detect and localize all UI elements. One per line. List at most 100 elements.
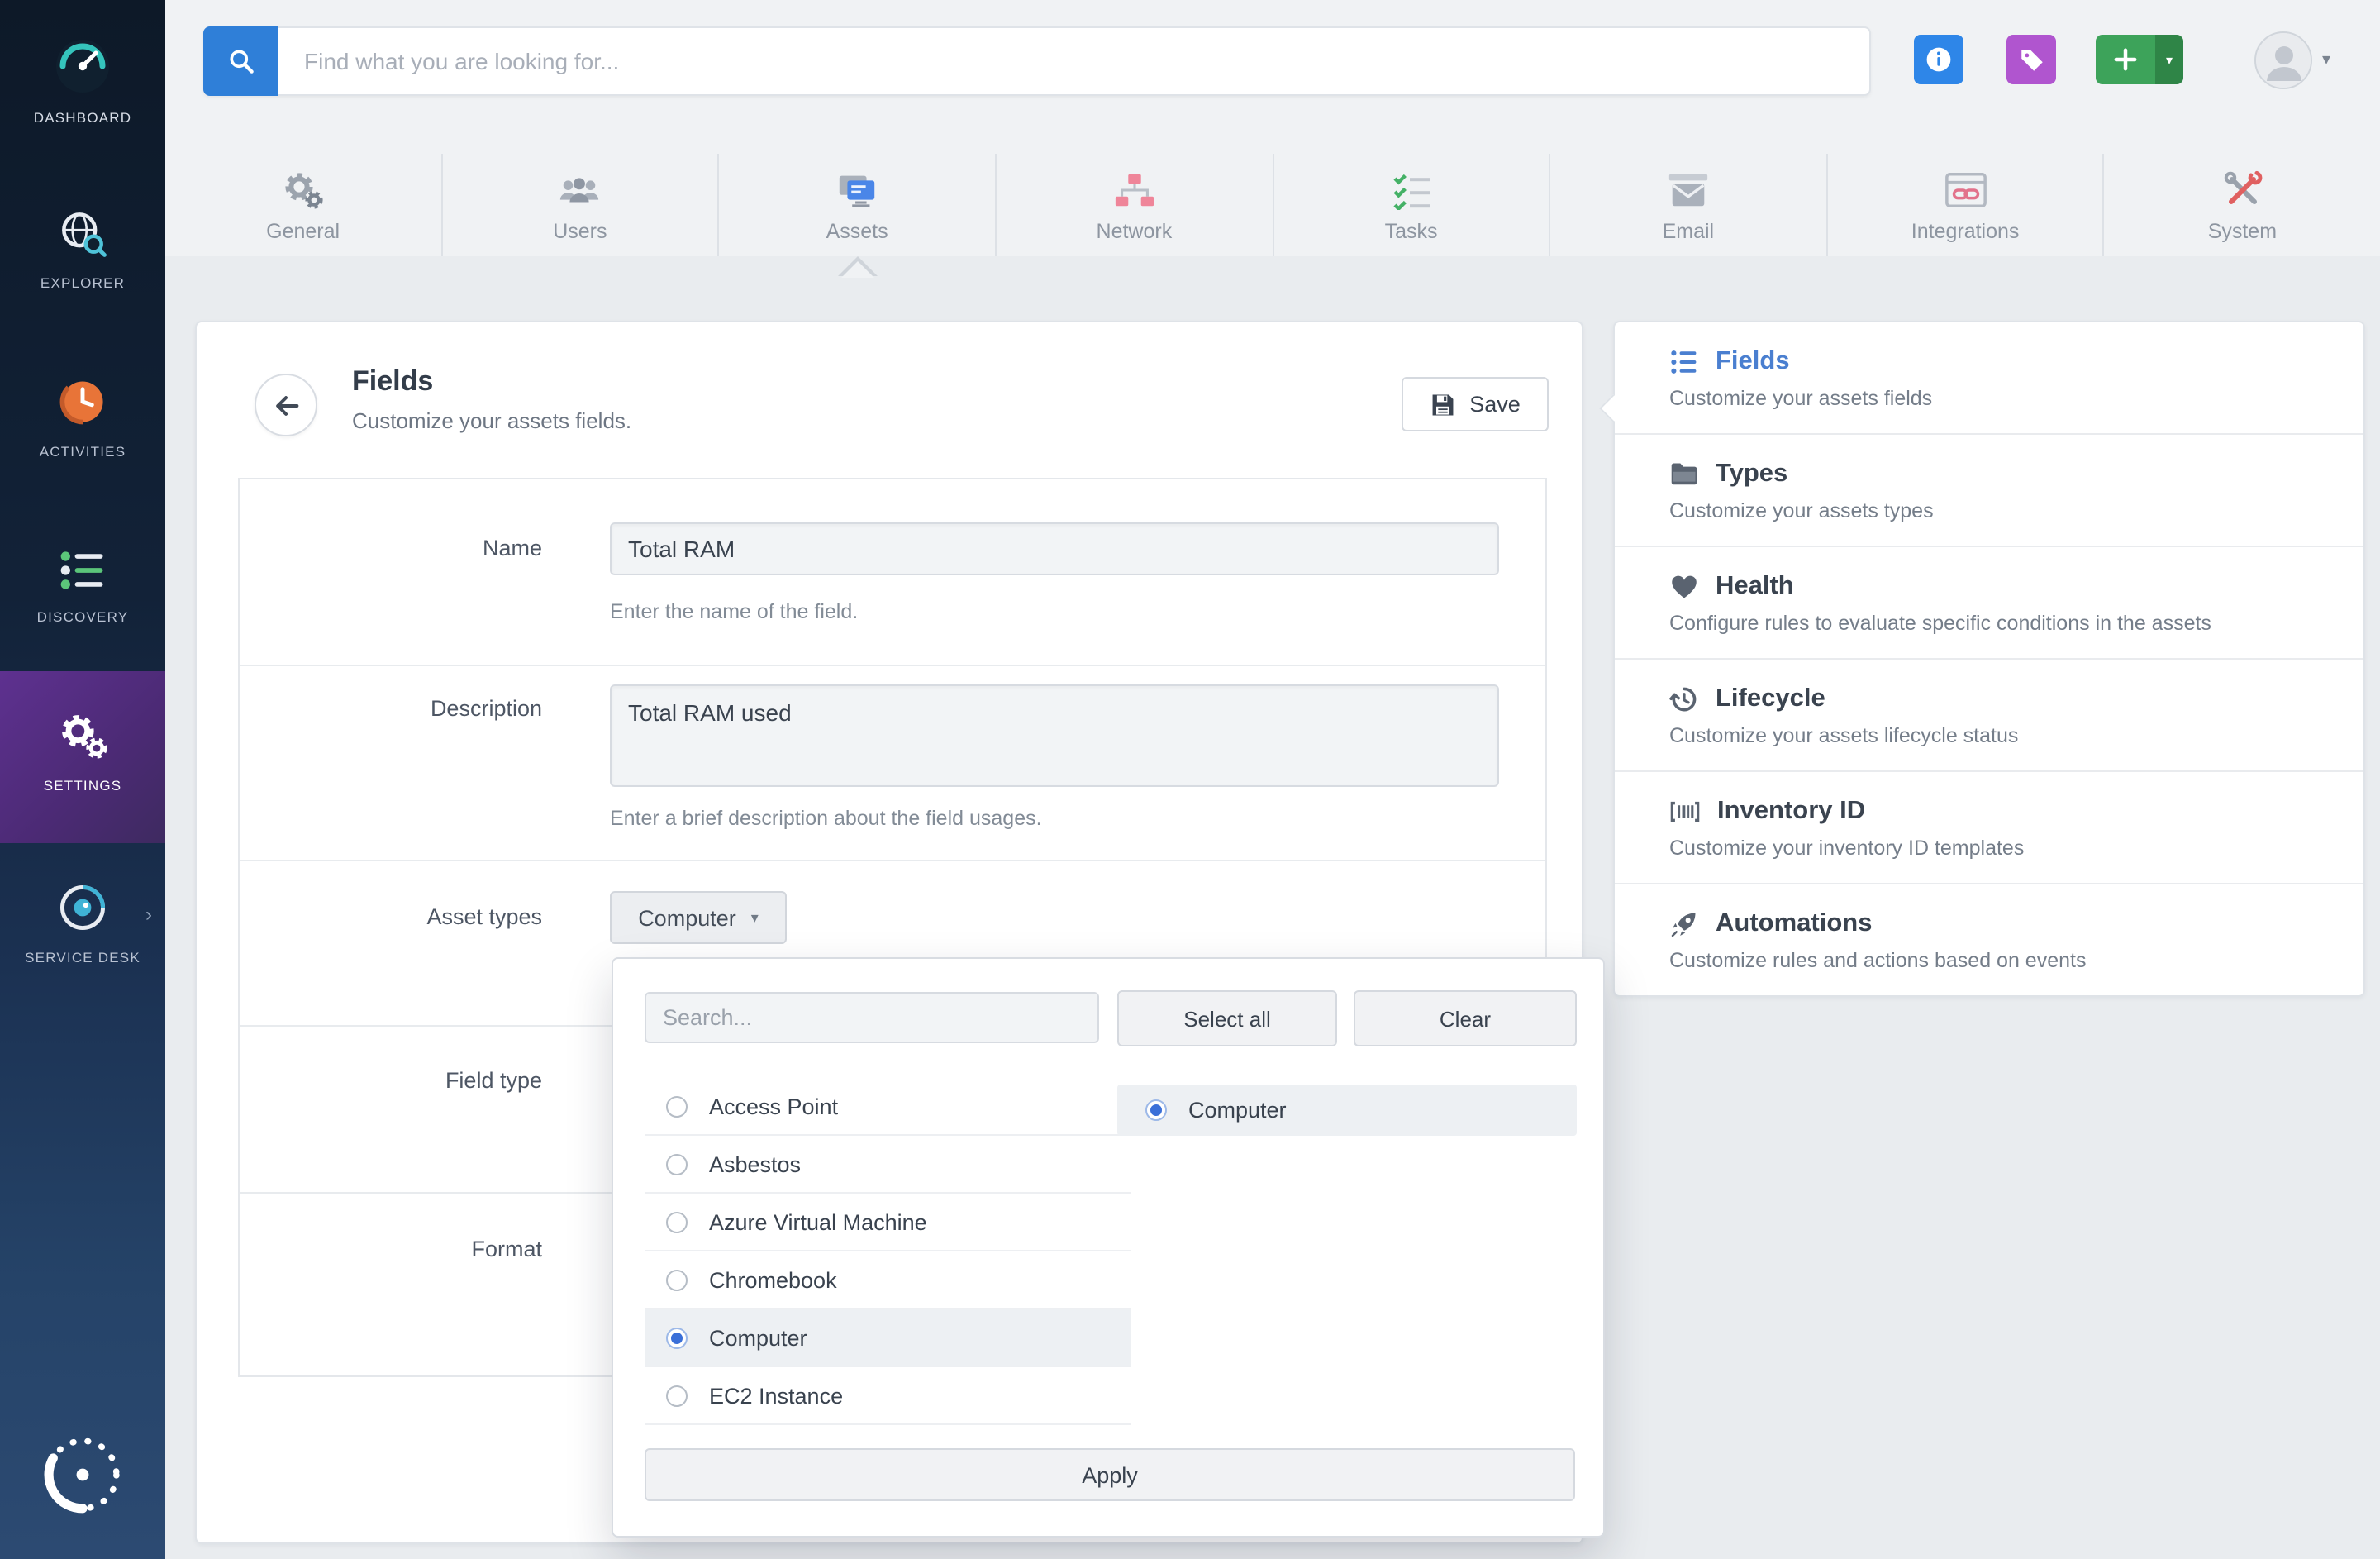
chevron-right-icon: › — [145, 903, 152, 926]
plus-icon — [2096, 35, 2155, 84]
brand-logo-icon[interactable] — [40, 1432, 126, 1518]
sidebar-item-discovery[interactable]: DISCOVERY — [0, 546, 165, 625]
sidebar-item-label: ACTIVITIES — [0, 443, 165, 460]
sidebar-item-service-desk[interactable]: SERVICE DESK › — [0, 880, 165, 965]
back-button[interactable] — [255, 374, 317, 436]
field-type-label: Field type — [240, 1068, 542, 1093]
global-search — [203, 26, 1871, 96]
tab-label: Email — [1663, 219, 1715, 242]
option-chromebook[interactable]: Chromebook — [645, 1251, 1130, 1309]
selected-asset-type[interactable]: Computer — [1117, 1085, 1577, 1136]
nav-item-title: Health — [1716, 572, 1794, 602]
sidebar-item-label: DASHBOARD — [0, 109, 165, 126]
network-icon — [1111, 168, 1156, 211]
sidebar-item-activities[interactable]: ACTIVITIES — [0, 374, 165, 460]
divider — [240, 665, 1545, 666]
description-field[interactable]: Total RAM used — [610, 684, 1499, 787]
tab-tasks[interactable]: Tasks — [1273, 154, 1550, 256]
option-label: Asbestos — [709, 1151, 801, 1176]
radio-selected-icon — [1145, 1099, 1167, 1121]
nav-item-types[interactable]: Types Customize your assets types — [1615, 435, 2363, 547]
tab-general[interactable]: General — [165, 154, 442, 256]
sidebar: DASHBOARD EXPLORER ACTIVITIES DISCOVERY — [0, 0, 165, 1559]
option-label: Access Point — [709, 1094, 838, 1118]
nav-item-description: Customize your assets types — [1669, 499, 2330, 522]
asset-type-options-list: Access Point Asbestos Azure Virtual Mach… — [645, 1078, 1130, 1425]
general-icon — [282, 168, 325, 211]
chevron-down-icon: ▾ — [2322, 51, 2330, 69]
tag-icon — [2017, 45, 2045, 74]
dropdown-search-input[interactable] — [645, 992, 1099, 1043]
nav-item-inventory-id[interactable]: Inventory ID Customize your inventory ID… — [1615, 772, 2363, 884]
nav-item-automations[interactable]: Automations Customize rules and actions … — [1615, 884, 2363, 995]
nav-item-description: Configure rules to evaluate specific con… — [1669, 612, 2330, 635]
name-field[interactable] — [610, 522, 1499, 575]
option-computer[interactable]: Computer — [645, 1309, 1130, 1367]
search-icon — [226, 46, 255, 76]
name-label: Name — [240, 536, 542, 560]
system-icon — [2221, 168, 2263, 211]
sidebar-item-label: SETTINGS — [0, 777, 165, 794]
tab-label: Integrations — [1911, 219, 2020, 242]
tab-system[interactable]: System — [2105, 154, 2380, 256]
divider — [240, 860, 1545, 861]
explorer-icon — [0, 205, 165, 261]
tab-users[interactable]: Users — [442, 154, 719, 256]
nav-item-health[interactable]: Health Configure rules to evaluate speci… — [1615, 547, 2363, 660]
sidebar-item-dashboard[interactable]: DASHBOARD — [0, 36, 165, 126]
sidebar-item-label: EXPLORER — [0, 274, 165, 291]
dashboard-logo-icon — [0, 36, 165, 96]
settings-icon — [0, 708, 165, 764]
tab-email[interactable]: Email — [1550, 154, 1827, 256]
option-label: EC2 Instance — [709, 1383, 843, 1408]
apply-button[interactable]: Apply — [645, 1448, 1575, 1501]
option-ec2-instance[interactable]: EC2 Instance — [645, 1367, 1130, 1425]
sidebar-item-settings[interactable]: SETTINGS — [0, 671, 165, 843]
tab-label: General — [266, 219, 340, 242]
chevron-down-icon: ▾ — [751, 908, 759, 927]
radio-icon — [666, 1211, 688, 1232]
option-label: Azure Virtual Machine — [709, 1209, 927, 1234]
select-all-button[interactable]: Select all — [1117, 990, 1337, 1046]
settings-nav-panel: Fields Customize your assets fields Type… — [1613, 321, 2365, 997]
user-menu[interactable]: ▾ — [2254, 31, 2330, 89]
save-label: Save — [1469, 392, 1521, 417]
add-button[interactable]: ▾ — [2096, 35, 2183, 84]
avatar — [2254, 31, 2312, 89]
info-button[interactable] — [1914, 35, 1963, 84]
asset-types-dropdown-button[interactable]: Computer ▾ — [610, 891, 787, 944]
tab-assets[interactable]: Assets — [720, 154, 997, 256]
radio-icon — [666, 1095, 688, 1117]
sidebar-item-explorer[interactable]: EXPLORER — [0, 205, 165, 291]
nav-item-lifecycle[interactable]: Lifecycle Customize your assets lifecycl… — [1615, 660, 2363, 772]
option-access-point[interactable]: Access Point — [645, 1078, 1130, 1136]
option-label: Chromebook — [709, 1267, 837, 1292]
content-area: ▾ ▾ General Users — [165, 0, 2380, 1559]
clear-button[interactable]: Clear — [1354, 990, 1577, 1046]
page-title: Fields — [352, 365, 433, 398]
option-asbestos[interactable]: Asbestos — [645, 1136, 1130, 1194]
tab-label: Users — [553, 219, 607, 242]
option-azure-virtual-machine[interactable]: Azure Virtual Machine — [645, 1194, 1130, 1251]
nav-item-fields[interactable]: Fields Customize your assets fields — [1615, 322, 2363, 435]
discovery-icon — [0, 546, 165, 595]
tab-integrations[interactable]: Integrations — [1828, 154, 2105, 256]
rocket-icon — [1669, 909, 1699, 939]
tab-label: Tasks — [1385, 219, 1438, 242]
add-dropdown-caret-icon[interactable]: ▾ — [2155, 35, 2183, 84]
asset-types-label: Asset types — [240, 904, 542, 929]
search-button[interactable] — [203, 26, 278, 96]
tag-button[interactable] — [2006, 35, 2056, 84]
radio-icon — [666, 1269, 688, 1290]
sidebar-item-label: SERVICE DESK — [0, 949, 165, 965]
service-desk-icon — [0, 880, 165, 936]
radio-icon — [666, 1385, 688, 1406]
search-input[interactable] — [278, 48, 1869, 74]
save-button[interactable]: Save — [1402, 377, 1549, 431]
heart-icon — [1669, 572, 1699, 602]
radio-icon — [666, 1153, 688, 1175]
tab-label: System — [2208, 219, 2277, 242]
save-icon — [1430, 391, 1456, 417]
nav-item-title: Automations — [1716, 909, 1872, 939]
tab-network[interactable]: Network — [997, 154, 1273, 256]
